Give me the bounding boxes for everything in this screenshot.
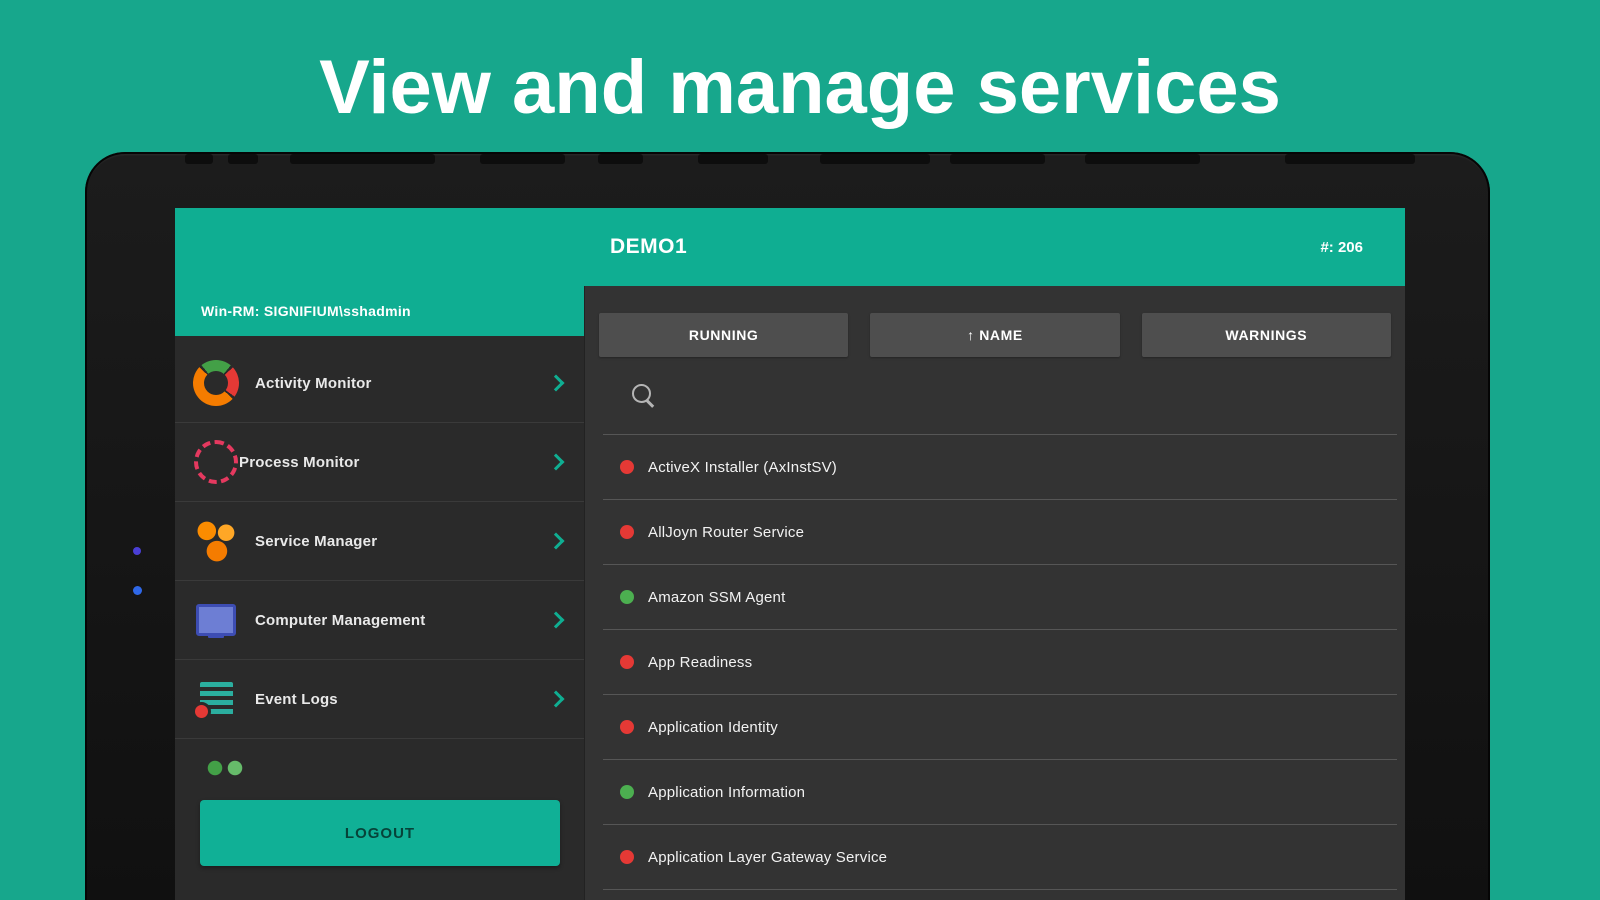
- sidebar-item-label: Event Logs: [255, 691, 338, 708]
- status-dot-running: [620, 785, 634, 799]
- service-name: Amazon SSM Agent: [648, 589, 785, 606]
- camera-dot-icon: [133, 547, 141, 555]
- tablet-edge-detail: [820, 154, 930, 164]
- chevron-right-icon: [548, 612, 565, 629]
- chevron-right-icon: [548, 454, 565, 471]
- service-row[interactable]: Application Layer Gateway Service: [603, 825, 1397, 890]
- event-logs-icon: [193, 676, 239, 722]
- service-row[interactable]: Amazon SSM Agent: [603, 565, 1397, 630]
- tablet-edge-detail: [228, 154, 258, 164]
- service-row[interactable]: App Readiness: [603, 630, 1397, 695]
- process-monitor-icon: [194, 440, 238, 484]
- filter-button-warnings[interactable]: WARNINGS: [1142, 313, 1391, 357]
- filter-button-name[interactable]: ↑ NAME: [870, 313, 1119, 357]
- sidebar-item-computer-management[interactable]: Computer Management: [175, 581, 584, 660]
- tablet-edge-detail: [290, 154, 435, 164]
- service-list: ActiveX Installer (AxInstSV) AllJoyn Rout…: [603, 435, 1397, 890]
- service-row[interactable]: Application Identity: [603, 695, 1397, 760]
- sidebar: Win-RM: SIGNIFIUM\sshadmin Activity Moni…: [175, 286, 585, 900]
- status-dot-stopped: [620, 655, 634, 669]
- activity-monitor-icon: [193, 360, 239, 406]
- sidebar-item-event-logs[interactable]: Event Logs: [175, 660, 584, 739]
- tablet-edge-detail: [480, 154, 565, 164]
- connection-label: Win-RM: SIGNIFIUM\sshadmin: [201, 303, 411, 319]
- chevron-right-icon: [548, 375, 565, 392]
- service-name: Application Information: [648, 784, 805, 801]
- service-panel: RUNNING ↑ NAME WARNINGS ActiveX Installer …: [585, 286, 1405, 900]
- search-field[interactable]: [603, 357, 1397, 435]
- sidebar-item-activity-monitor[interactable]: Activity Monitor: [175, 344, 584, 423]
- sidebar-item-label: Activity Monitor: [255, 375, 372, 392]
- page-title: DEMO1: [610, 235, 687, 259]
- sidebar-item-label: Computer Management: [255, 612, 426, 629]
- sidebar-menu: Activity Monitor Process Monitor Service M…: [175, 336, 584, 739]
- service-count-badge: #: 206: [1320, 239, 1363, 256]
- filter-bar: RUNNING ↑ NAME WARNINGS: [585, 286, 1405, 357]
- service-name: AllJoyn Router Service: [648, 524, 804, 541]
- chevron-right-icon: [548, 533, 565, 550]
- logout-button[interactable]: LOGOUT: [200, 800, 560, 866]
- status-dot-stopped: [620, 850, 634, 864]
- service-row[interactable]: ActiveX Installer (AxInstSV): [603, 435, 1397, 500]
- camera-dot-icon: [133, 586, 142, 595]
- status-dot-stopped: [620, 525, 634, 539]
- service-row[interactable]: AllJoyn Router Service: [603, 500, 1397, 565]
- service-manager-icon: [193, 518, 239, 564]
- tablet-edge-detail: [185, 154, 213, 164]
- app-topbar: DEMO1 #: 206: [175, 208, 1405, 286]
- connection-info: Win-RM: SIGNIFIUM\sshadmin: [175, 286, 584, 336]
- service-name: Application Identity: [648, 719, 778, 736]
- chevron-right-icon: [548, 691, 565, 708]
- tablet-edge-detail: [598, 154, 643, 164]
- tablet-device: DEMO1 #: 206 Win-RM: SIGNIFIUM\sshadmin …: [85, 152, 1490, 900]
- tablet-edge-detail: [1085, 154, 1200, 164]
- search-icon: [632, 384, 656, 408]
- service-name: App Readiness: [648, 654, 752, 671]
- filter-button-running[interactable]: RUNNING: [599, 313, 848, 357]
- app-screen: DEMO1 #: 206 Win-RM: SIGNIFIUM\sshadmin …: [175, 208, 1405, 900]
- service-name: ActiveX Installer (AxInstSV): [648, 459, 837, 476]
- sidebar-item-service-manager[interactable]: Service Manager: [175, 502, 584, 581]
- status-dot-running: [620, 590, 634, 604]
- status-dot-stopped: [620, 720, 634, 734]
- tablet-edge-detail: [950, 154, 1045, 164]
- partial-menu-icon: [205, 756, 249, 776]
- tablet-edge-detail: [698, 154, 768, 164]
- hero-title: View and manage services: [0, 42, 1600, 133]
- service-name: Application Layer Gateway Service: [648, 849, 887, 866]
- sidebar-item-label: Service Manager: [255, 533, 377, 550]
- computer-management-icon: [193, 597, 239, 643]
- sidebar-item-process-monitor[interactable]: Process Monitor: [175, 423, 584, 502]
- service-row[interactable]: Application Information: [603, 760, 1397, 825]
- status-dot-stopped: [620, 460, 634, 474]
- tablet-edge-detail: [1285, 154, 1415, 164]
- sidebar-item-label: Process Monitor: [239, 454, 360, 471]
